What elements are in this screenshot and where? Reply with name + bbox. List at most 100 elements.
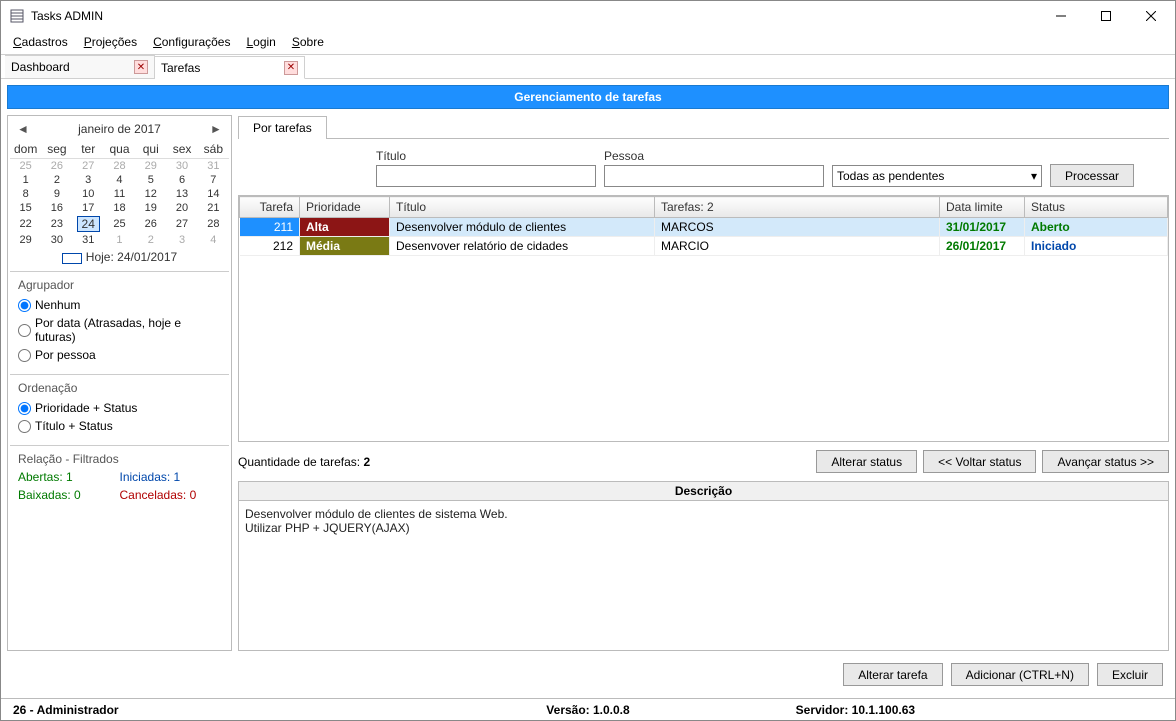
calendar-day[interactable]: 18 bbox=[104, 201, 135, 215]
tasks-grid[interactable]: TarefaPrioridadeTítuloTarefas: 2Data lim… bbox=[238, 195, 1169, 442]
calendar-day[interactable]: 25 bbox=[10, 159, 41, 174]
calendar-day[interactable]: 12 bbox=[135, 187, 166, 201]
stat-abertas: Abertas: 1 bbox=[18, 470, 120, 484]
calendar-day[interactable]: 3 bbox=[166, 233, 197, 247]
calendar-day[interactable]: 6 bbox=[166, 173, 197, 187]
column-header[interactable]: Título bbox=[390, 197, 655, 218]
calendar-day[interactable]: 3 bbox=[73, 173, 104, 187]
avancar-status-button[interactable]: Avançar status >> bbox=[1042, 450, 1169, 473]
doc-tab-tarefas[interactable]: Tarefas✕ bbox=[155, 56, 305, 79]
excluir-button[interactable]: Excluir bbox=[1097, 663, 1163, 686]
calendar-day[interactable]: 11 bbox=[104, 187, 135, 201]
agrupador-option[interactable]: Por data (Atrasadas, hoje e futuras) bbox=[18, 314, 221, 346]
document-tabs: Dashboard✕Tarefas✕ bbox=[1, 55, 1175, 79]
menu-projeções[interactable]: Projeções bbox=[76, 31, 145, 54]
calendar-day[interactable]: 19 bbox=[135, 201, 166, 215]
voltar-status-button[interactable]: << Voltar status bbox=[923, 450, 1036, 473]
calendar-day[interactable]: 24 bbox=[73, 215, 104, 233]
agrupador-option[interactable]: Por pessoa bbox=[18, 346, 221, 364]
alterar-status-button[interactable]: Alterar status bbox=[816, 450, 917, 473]
calendar-day[interactable]: 31 bbox=[73, 233, 104, 247]
titulo-input[interactable] bbox=[376, 165, 596, 187]
column-header[interactable]: Status bbox=[1025, 197, 1168, 218]
calendar-day[interactable]: 28 bbox=[198, 215, 229, 233]
calendar-next-button[interactable]: ► bbox=[209, 122, 223, 136]
pessoa-input[interactable] bbox=[604, 165, 824, 187]
calendar-day[interactable]: 31 bbox=[198, 159, 229, 174]
calendar-day[interactable]: 27 bbox=[166, 215, 197, 233]
close-button[interactable] bbox=[1128, 2, 1173, 30]
table-row[interactable]: 212MédiaDesenvover relatório de cidadesM… bbox=[240, 237, 1168, 256]
ordenacao-option[interactable]: Título + Status bbox=[18, 417, 221, 435]
adicionar-button[interactable]: Adicionar (CTRL+N) bbox=[951, 663, 1089, 686]
column-header[interactable]: Prioridade bbox=[300, 197, 390, 218]
status-version: Versão: 1.0.0.8 bbox=[392, 703, 783, 717]
column-header[interactable]: Tarefa bbox=[240, 197, 300, 218]
calendar-day[interactable]: 2 bbox=[135, 233, 166, 247]
inner-tabs: Por tarefas bbox=[238, 115, 1169, 139]
tab-close-icon[interactable]: ✕ bbox=[284, 61, 298, 75]
calendar-day[interactable]: 5 bbox=[135, 173, 166, 187]
agrupador-title: Agrupador bbox=[18, 278, 221, 292]
column-header[interactable]: Data limite bbox=[940, 197, 1025, 218]
alterar-tarefa-button[interactable]: Alterar tarefa bbox=[843, 663, 942, 686]
stat-baixadas: Baixadas: 0 bbox=[18, 488, 120, 502]
descricao-title: Descrição bbox=[239, 482, 1168, 501]
agrupador-option[interactable]: Nenhum bbox=[18, 296, 221, 314]
doc-tab-dashboard[interactable]: Dashboard✕ bbox=[5, 55, 155, 78]
calendar-day[interactable]: 29 bbox=[135, 159, 166, 174]
calendar-day[interactable]: 29 bbox=[10, 233, 41, 247]
calendar-day[interactable]: 20 bbox=[166, 201, 197, 215]
calendar-prev-button[interactable]: ◄ bbox=[16, 122, 30, 136]
sidebar: ◄ janeiro de 2017 ► domsegterquaquisexsá… bbox=[7, 115, 232, 651]
calendar-day[interactable]: 21 bbox=[198, 201, 229, 215]
calendar-day[interactable]: 28 bbox=[104, 159, 135, 174]
calendar-day[interactable]: 1 bbox=[104, 233, 135, 247]
bottom-buttons: Alterar tarefa Adicionar (CTRL+N) Exclui… bbox=[7, 657, 1169, 692]
tab-close-icon[interactable]: ✕ bbox=[134, 60, 148, 74]
tab-por-tarefas[interactable]: Por tarefas bbox=[238, 116, 327, 139]
ordenacao-option[interactable]: Prioridade + Status bbox=[18, 399, 221, 417]
calendar-day[interactable]: 26 bbox=[135, 215, 166, 233]
chevron-down-icon: ▾ bbox=[1031, 169, 1037, 183]
stat-canceladas: Canceladas: 0 bbox=[120, 488, 222, 502]
pessoa-label: Pessoa bbox=[604, 149, 824, 163]
table-row[interactable]: 211AltaDesenvolver módulo de clientesMAR… bbox=[240, 218, 1168, 237]
menu-configurações[interactable]: Configurações bbox=[145, 31, 238, 54]
calendar-day[interactable]: 17 bbox=[73, 201, 104, 215]
calendar-day[interactable]: 2 bbox=[41, 173, 72, 187]
calendar-day[interactable]: 30 bbox=[41, 233, 72, 247]
processar-button[interactable]: Processar bbox=[1050, 164, 1134, 187]
menu-login[interactable]: Login bbox=[238, 31, 283, 54]
calendar-day[interactable]: 10 bbox=[73, 187, 104, 201]
calendar-day[interactable]: 4 bbox=[104, 173, 135, 187]
ordenacao-title: Ordenação bbox=[18, 381, 221, 395]
calendar-today-label[interactable]: Hoje: 24/01/2017 bbox=[10, 247, 229, 267]
calendar-day[interactable]: 4 bbox=[198, 233, 229, 247]
menu-cadastros[interactable]: Cadastros bbox=[5, 31, 76, 54]
content-area: Por tarefas Título Pessoa Todas as pende… bbox=[238, 115, 1169, 651]
calendar-day[interactable]: 26 bbox=[41, 159, 72, 174]
descricao-body: Desenvolver módulo de clientes de sistem… bbox=[239, 501, 1168, 650]
minimize-button[interactable] bbox=[1038, 2, 1083, 30]
calendar-day[interactable]: 23 bbox=[41, 215, 72, 233]
calendar-day[interactable]: 27 bbox=[73, 159, 104, 174]
calendar-day[interactable]: 14 bbox=[198, 187, 229, 201]
status-filter-combo[interactable]: Todas as pendentes ▾ bbox=[832, 165, 1042, 187]
calendar-day[interactable]: 15 bbox=[10, 201, 41, 215]
calendar-day[interactable]: 16 bbox=[41, 201, 72, 215]
calendar-day[interactable]: 8 bbox=[10, 187, 41, 201]
calendar-day[interactable]: 13 bbox=[166, 187, 197, 201]
calendar-day[interactable]: 25 bbox=[104, 215, 135, 233]
agrupador-group: Agrupador NenhumPor data (Atrasadas, hoj… bbox=[10, 271, 229, 370]
calendar-day[interactable]: 1 bbox=[10, 173, 41, 187]
calendar-day[interactable]: 9 bbox=[41, 187, 72, 201]
calendar-day[interactable]: 30 bbox=[166, 159, 197, 174]
maximize-button[interactable] bbox=[1083, 2, 1128, 30]
column-header[interactable]: Tarefas: 2 bbox=[655, 197, 940, 218]
titlebar: Tasks ADMIN bbox=[1, 1, 1175, 31]
calendar-day[interactable]: 7 bbox=[198, 173, 229, 187]
menu-sobre[interactable]: Sobre bbox=[284, 31, 332, 54]
calendar-day[interactable]: 22 bbox=[10, 215, 41, 233]
window-title: Tasks ADMIN bbox=[31, 9, 1038, 23]
